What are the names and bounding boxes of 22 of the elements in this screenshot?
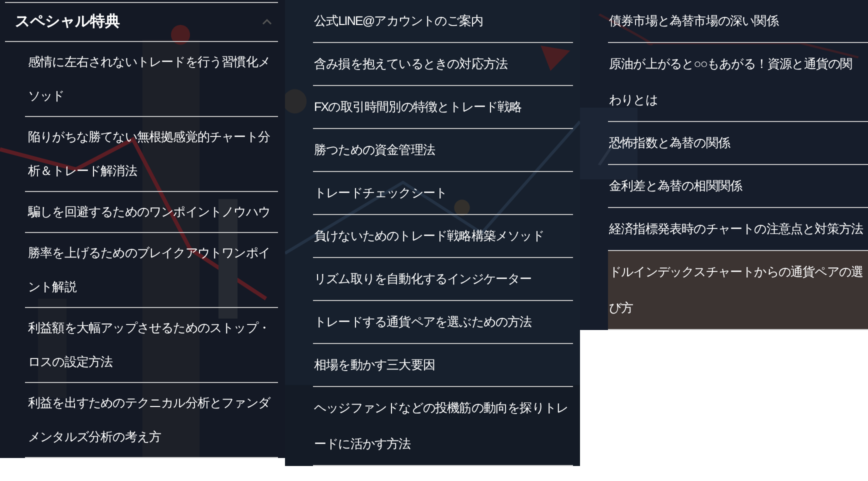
menu-link[interactable]: 陥りがちな勝てない無根拠感覚的チャート分析＆トレード解消法 — [25, 117, 278, 192]
menu-link[interactable]: 債券市場と為替市場の深い関係 — [608, 0, 868, 43]
menu-link[interactable]: 含み損を抱えているときの対応方法 — [313, 43, 573, 86]
menu-link[interactable]: 恐怖指数と為替の関係 — [608, 122, 868, 165]
menu-link[interactable]: 相場を動かす三大要因 — [313, 344, 573, 387]
menu-link[interactable]: 金利差と為替の相関関係 — [608, 165, 868, 208]
menu-link[interactable]: 利益額を大幅アップさせるためのストップ・ロスの設定方法 — [25, 308, 278, 383]
menu-link[interactable]: ドルインデックスチャートからの通貨ペアの選び方 — [608, 251, 868, 330]
section-title: スペシャル特典 — [15, 12, 120, 32]
menu-link[interactable]: 感情に左右されないトレードを行う習慣化メソッド — [25, 42, 278, 117]
menu-link[interactable]: 公式LINE@アカウントのご案内 — [313, 0, 573, 43]
menu-link[interactable]: 勝率を上げるためのブレイクアウトワンポイント解説 — [25, 233, 278, 308]
menu-link[interactable]: 原油が上がると○○もあがる！資源と通貨の関わりとは — [608, 43, 868, 122]
menu-link[interactable]: 負けないためのトレード戦略構築メソッド — [313, 215, 573, 258]
menu-link[interactable]: 騙しを回避するためのワンポイントノウハウ — [25, 192, 278, 233]
section-header[interactable]: スペシャル特典 — [5, 2, 278, 42]
menu-link[interactable]: リズム取りを自動化するインジケーター — [313, 258, 573, 301]
menu-link[interactable]: トレードチェックシート — [313, 172, 573, 215]
menu-link[interactable]: 勝つための資金管理法 — [313, 129, 573, 172]
menu-link[interactable]: トレードする通貨ペアを選ぶための方法 — [313, 301, 573, 344]
menu-link[interactable]: 利益を出すためのテクニカル分析とファンダメンタルズ分析の考え方 — [25, 383, 278, 458]
menu-link[interactable]: FXの取引時間別の特徴とトレード戦略 — [313, 86, 573, 129]
